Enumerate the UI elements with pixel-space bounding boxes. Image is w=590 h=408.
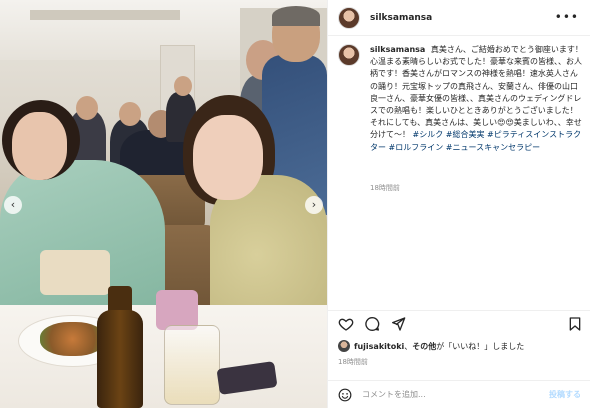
guest-head xyxy=(174,76,192,96)
caption-avatar[interactable] xyxy=(338,44,360,66)
post-header: silksamansa ••• xyxy=(328,0,590,36)
caption-timestamp: 18時間前 xyxy=(370,184,400,192)
kimono-obi xyxy=(40,250,110,295)
more-options-icon[interactable]: ••• xyxy=(555,10,579,24)
header-username[interactable]: silksamansa xyxy=(370,13,432,23)
post-comment-button[interactable]: 投稿する xyxy=(549,389,581,400)
beer-bottle xyxy=(97,310,143,408)
woman-left-face xyxy=(12,112,67,180)
share-icon[interactable] xyxy=(390,316,406,332)
man-hair xyxy=(272,6,320,26)
guest-head xyxy=(119,102,141,126)
next-arrow-icon[interactable]: › xyxy=(305,196,323,214)
bookmark-icon[interactable] xyxy=(567,316,583,332)
post-photo[interactable]: ‹ › xyxy=(0,0,327,408)
likes-avatar[interactable] xyxy=(338,340,350,352)
likes-others-link[interactable]: その他 xyxy=(412,341,436,352)
instagram-post-view: ‹ › silksamansa ••• silksamansa 真美さん、ご結婚… xyxy=(0,0,590,408)
pink-bag xyxy=(156,290,198,330)
guest-head xyxy=(76,96,98,120)
likes-separator: 、 xyxy=(404,341,413,351)
comment-bar: 投稿する xyxy=(328,380,590,408)
caption: silksamansa 真美さん、ご結婚おめでとう御座います！心温まる素晴らしい… xyxy=(338,44,586,154)
post-side-panel: silksamansa ••• silksamansa 真美さん、ご結婚おめでと… xyxy=(327,0,590,408)
action-bar xyxy=(328,310,590,336)
food xyxy=(40,322,105,356)
heart-icon[interactable] xyxy=(338,316,354,332)
likes-suffix: が「いいね！」しました xyxy=(436,341,525,351)
caption-username[interactable]: silksamansa xyxy=(370,45,425,54)
avatar[interactable] xyxy=(338,6,360,29)
post-timestamp: 18時間前 xyxy=(338,358,368,366)
wine-glass xyxy=(164,325,220,405)
likes-summary: fujisakitoki 、 その他 が「いいね！」しました xyxy=(338,340,524,352)
caption-body: silksamansa 真美さん、ご結婚おめでとう御座います！心温まる素晴らしい… xyxy=(370,44,584,154)
emoji-icon[interactable] xyxy=(338,388,352,402)
comment-icon[interactable] xyxy=(364,316,380,332)
likes-username[interactable]: fujisakitoki xyxy=(354,342,404,351)
woman-right-face xyxy=(193,115,263,200)
comment-input[interactable] xyxy=(362,390,532,399)
prev-arrow-icon[interactable]: ‹ xyxy=(4,196,22,214)
caption-text: 真美さん、ご結婚おめでとう御座います！心温まる素晴らしいお式でした！豪華な来賓の… xyxy=(370,45,583,140)
